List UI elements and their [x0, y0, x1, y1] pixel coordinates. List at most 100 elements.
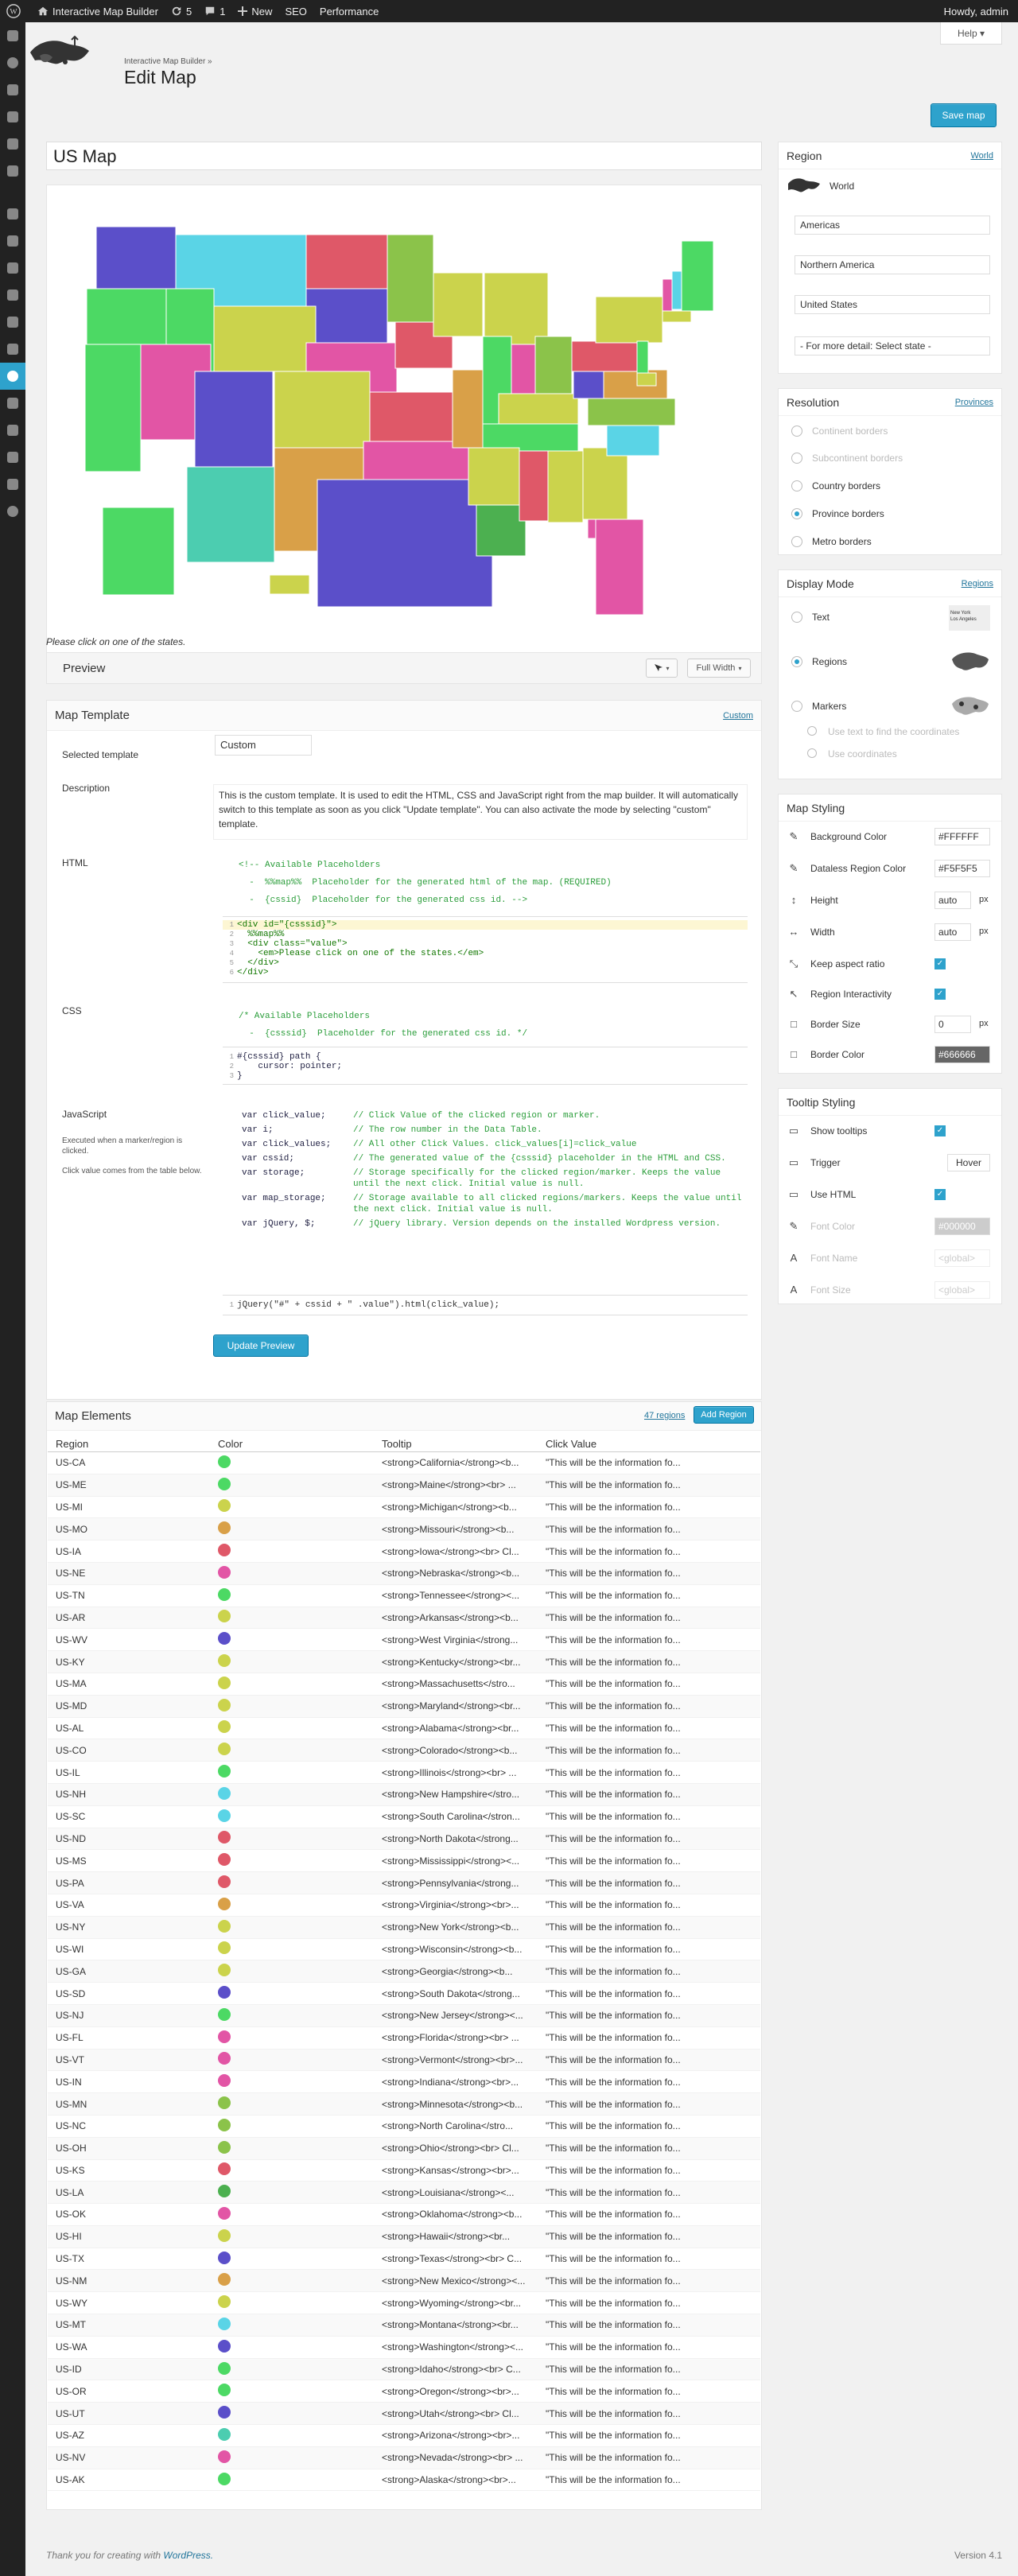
stats-icon[interactable]	[0, 444, 25, 471]
color-swatch[interactable]	[218, 1875, 231, 1889]
color-swatch[interactable]	[218, 1544, 231, 1557]
media-icon[interactable]	[0, 103, 25, 130]
col-region[interactable]: Region	[48, 1438, 210, 1451]
color-swatch[interactable]	[218, 2472, 231, 2485]
radio-markers[interactable]	[791, 701, 802, 712]
color-swatch[interactable]	[218, 1610, 231, 1623]
region-country-select[interactable]: United States	[795, 295, 990, 314]
table-row[interactable]: US-OH <strong>Ohio</strong><br> Cl... "Thi…	[48, 2137, 760, 2160]
color-swatch[interactable]	[218, 2317, 231, 2330]
table-row[interactable]: US-NM <strong>New Mexico</strong><... "Thi…	[48, 2270, 760, 2293]
height-input[interactable]: auto	[934, 892, 971, 909]
font-name-input[interactable]: <global>	[934, 1249, 990, 1267]
help-tab[interactable]: Help ▾	[940, 22, 1002, 45]
world-label[interactable]: World	[830, 181, 854, 192]
table-row[interactable]: US-SC <strong>South Carolina</stron... "Th…	[48, 1806, 760, 1828]
css-code-editor[interactable]: 1 #{csssid} path {2 cursor: pointer; 3}	[223, 1047, 748, 1085]
user-greeting[interactable]: Howdy, admin	[938, 0, 1018, 22]
dashboard-icon[interactable]	[0, 22, 25, 49]
table-row[interactable]: US-TX <strong>Texas</strong><br> C... "Thi…	[48, 2248, 760, 2271]
region-link[interactable]: World	[970, 151, 993, 161]
col-click-value[interactable]: Click Value	[538, 1438, 760, 1451]
comments-menu-icon[interactable]	[0, 157, 25, 185]
radio-subcontinent[interactable]	[791, 453, 802, 464]
table-row[interactable]: US-IA <strong>Iowa</strong><br> Cl... "Thi…	[48, 1541, 760, 1563]
color-swatch[interactable]	[218, 2406, 231, 2419]
table-row[interactable]: US-MO <strong>Missouri</strong><b... "This…	[48, 1518, 760, 1541]
template-custom-link[interactable]: Custom	[723, 711, 753, 721]
color-swatch[interactable]	[218, 2273, 231, 2287]
cursor-tool-button[interactable]: ▾	[646, 659, 678, 678]
display-link[interactable]: Regions	[962, 579, 993, 589]
users-icon[interactable]	[0, 254, 25, 282]
color-swatch[interactable]	[218, 1743, 231, 1756]
color-swatch[interactable]	[218, 2118, 231, 2131]
color-swatch[interactable]	[218, 1698, 231, 1712]
table-row[interactable]: US-LA <strong>Louisiana</strong><... "This…	[48, 2182, 760, 2205]
radio-metro[interactable]	[791, 536, 802, 547]
color-swatch[interactable]	[218, 2384, 231, 2397]
jetpack-icon[interactable]	[0, 49, 25, 76]
color-swatch[interactable]	[218, 2185, 231, 2198]
table-row[interactable]: US-VT <strong>Vermont</strong><br>... "Thi…	[48, 2049, 760, 2072]
plugins-icon[interactable]	[0, 227, 25, 254]
dataless-color-input[interactable]: #F5F5F5	[934, 860, 990, 877]
region-continent-select[interactable]: Americas	[795, 216, 990, 235]
table-row[interactable]: US-KS <strong>Kansas</strong><br>... "This…	[48, 2160, 760, 2182]
color-swatch[interactable]	[218, 2228, 231, 2242]
color-swatch[interactable]	[218, 2339, 231, 2353]
table-row[interactable]: US-OK <strong>Oklahoma</strong><b... "This…	[48, 2204, 760, 2226]
radio-text[interactable]	[791, 612, 802, 623]
color-swatch[interactable]	[218, 2140, 231, 2154]
map-builder-icon[interactable]	[0, 363, 25, 390]
table-row[interactable]: US-OR <strong>Oregon</strong><br>... "This…	[48, 2380, 760, 2403]
color-swatch[interactable]	[218, 1964, 231, 1977]
color-swatch[interactable]	[218, 1587, 231, 1601]
color-swatch[interactable]	[218, 1941, 231, 1955]
region-interactivity-checkbox[interactable]: ✓	[934, 989, 946, 1000]
color-swatch[interactable]	[218, 1632, 231, 1645]
color-swatch[interactable]	[218, 1765, 231, 1778]
color-swatch[interactable]	[218, 1897, 231, 1910]
color-swatch[interactable]	[218, 2052, 231, 2065]
wordpress-logo-icon[interactable]: W	[0, 0, 31, 22]
table-row[interactable]: US-NE <strong>Nebraska</strong><b... "This…	[48, 1562, 760, 1585]
new-content-link[interactable]: New	[231, 0, 278, 22]
color-swatch[interactable]	[218, 1986, 231, 1999]
color-swatch[interactable]	[218, 2450, 231, 2463]
color-swatch[interactable]	[218, 1499, 231, 1513]
color-swatch[interactable]	[218, 2361, 231, 2375]
use-html-checkbox[interactable]: ✓	[934, 1189, 946, 1200]
table-row[interactable]: US-WI <strong>Wisconsin</strong><b... "Thi…	[48, 1939, 760, 1961]
seo-link[interactable]: SEO	[278, 0, 313, 22]
color-swatch[interactable]	[218, 1809, 231, 1822]
appearance-icon[interactable]	[0, 200, 25, 227]
performance-link[interactable]: Performance	[313, 0, 385, 22]
regions-count-link[interactable]: 47 regions	[644, 1411, 685, 1420]
table-row[interactable]: US-CO <strong>Colorado</strong><b... "This…	[48, 1739, 760, 1762]
font-color-input[interactable]: #000000	[934, 1218, 990, 1235]
table-row[interactable]: US-MA <strong>Massachusetts</stro... "This…	[48, 1673, 760, 1696]
table-row[interactable]: US-PA <strong>Pennsylvania</strong... "Thi…	[48, 1872, 760, 1894]
update-preview-button[interactable]: Update Preview	[213, 1335, 309, 1357]
collapse-menu-icon[interactable]	[0, 498, 25, 525]
table-row[interactable]: US-AL <strong>Alabama</strong><br... "This…	[48, 1718, 760, 1740]
color-swatch[interactable]	[218, 2427, 231, 2441]
table-row[interactable]: US-WA <strong>Washington</strong><... "Thi…	[48, 2337, 760, 2359]
radio-use-text[interactable]	[807, 726, 817, 736]
table-row[interactable]: US-SD <strong>South Dakota</strong... "Thi…	[48, 1983, 760, 2005]
table-row[interactable]: US-MS <strong>Mississippi</strong><... "Th…	[48, 1850, 760, 1873]
region-subcontinent-select[interactable]: Northern America	[795, 255, 990, 274]
selected-template-input[interactable]: Custom	[215, 735, 312, 756]
border-color-input[interactable]: #666666	[934, 1046, 990, 1063]
settings-icon[interactable]	[0, 309, 25, 336]
col-color[interactable]: Color	[210, 1438, 374, 1451]
table-row[interactable]: US-ND <strong>North Dakota</strong... "Thi…	[48, 1828, 760, 1851]
radio-province[interactable]	[791, 508, 802, 519]
trigger-select[interactable]: Hover	[947, 1154, 990, 1171]
table-row[interactable]: US-WY <strong>Wyoming</strong><br... "This…	[48, 2292, 760, 2315]
table-row[interactable]: US-WV <strong>West Virginia</strong... "Th…	[48, 1629, 760, 1652]
table-row[interactable]: US-UT <strong>Utah</strong><br> Cl... "Thi…	[48, 2403, 760, 2426]
resolution-link[interactable]: Provinces	[955, 398, 993, 407]
table-row[interactable]: US-MI <strong>Michigan</strong><b... "This…	[48, 1497, 760, 1519]
